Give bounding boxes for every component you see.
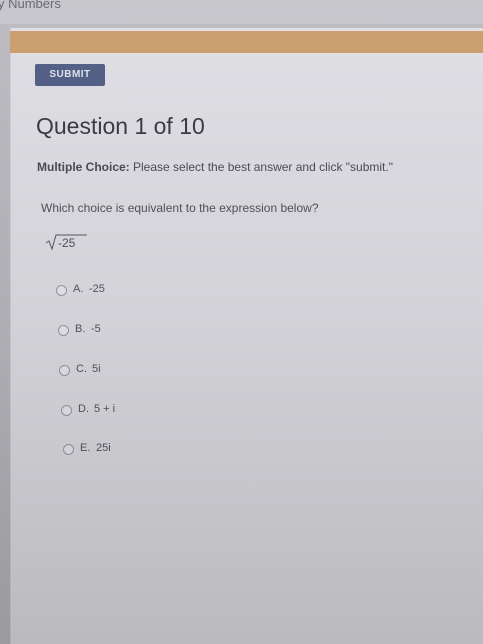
- choice-text: 25i: [96, 442, 111, 454]
- radio-button[interactable]: [58, 325, 69, 336]
- choice-letter: E.: [80, 442, 91, 454]
- top-bar: y Numbers: [0, 0, 483, 24]
- choice-text: 5 + i: [94, 403, 116, 415]
- choice-letter: A.: [73, 283, 84, 295]
- expression-radicand: -25: [58, 236, 76, 250]
- breadcrumb[interactable]: y Numbers: [0, 0, 61, 11]
- instructions-text: Please select the best answer and click …: [129, 160, 393, 174]
- choice-text: 5i: [92, 363, 101, 375]
- choice-letter: D.: [78, 403, 89, 415]
- radio-button[interactable]: [59, 365, 70, 376]
- radio-button[interactable]: [56, 285, 67, 296]
- instructions: Multiple Choice: Please select the best …: [37, 160, 393, 174]
- choice-letter: C.: [76, 363, 87, 375]
- question-type-label: Multiple Choice:: [37, 160, 130, 174]
- accent-band: [10, 31, 483, 53]
- choice-letter: B.: [75, 323, 86, 335]
- choice-text: -5: [91, 323, 101, 335]
- choice-text: -25: [89, 283, 105, 295]
- submit-button[interactable]: SUBMIT: [35, 64, 105, 86]
- radio-button[interactable]: [61, 405, 72, 416]
- question-prompt: Which choice is equivalent to the expres…: [41, 201, 319, 215]
- question-title: Question 1 of 10: [36, 113, 205, 139]
- radio-button[interactable]: [63, 444, 74, 455]
